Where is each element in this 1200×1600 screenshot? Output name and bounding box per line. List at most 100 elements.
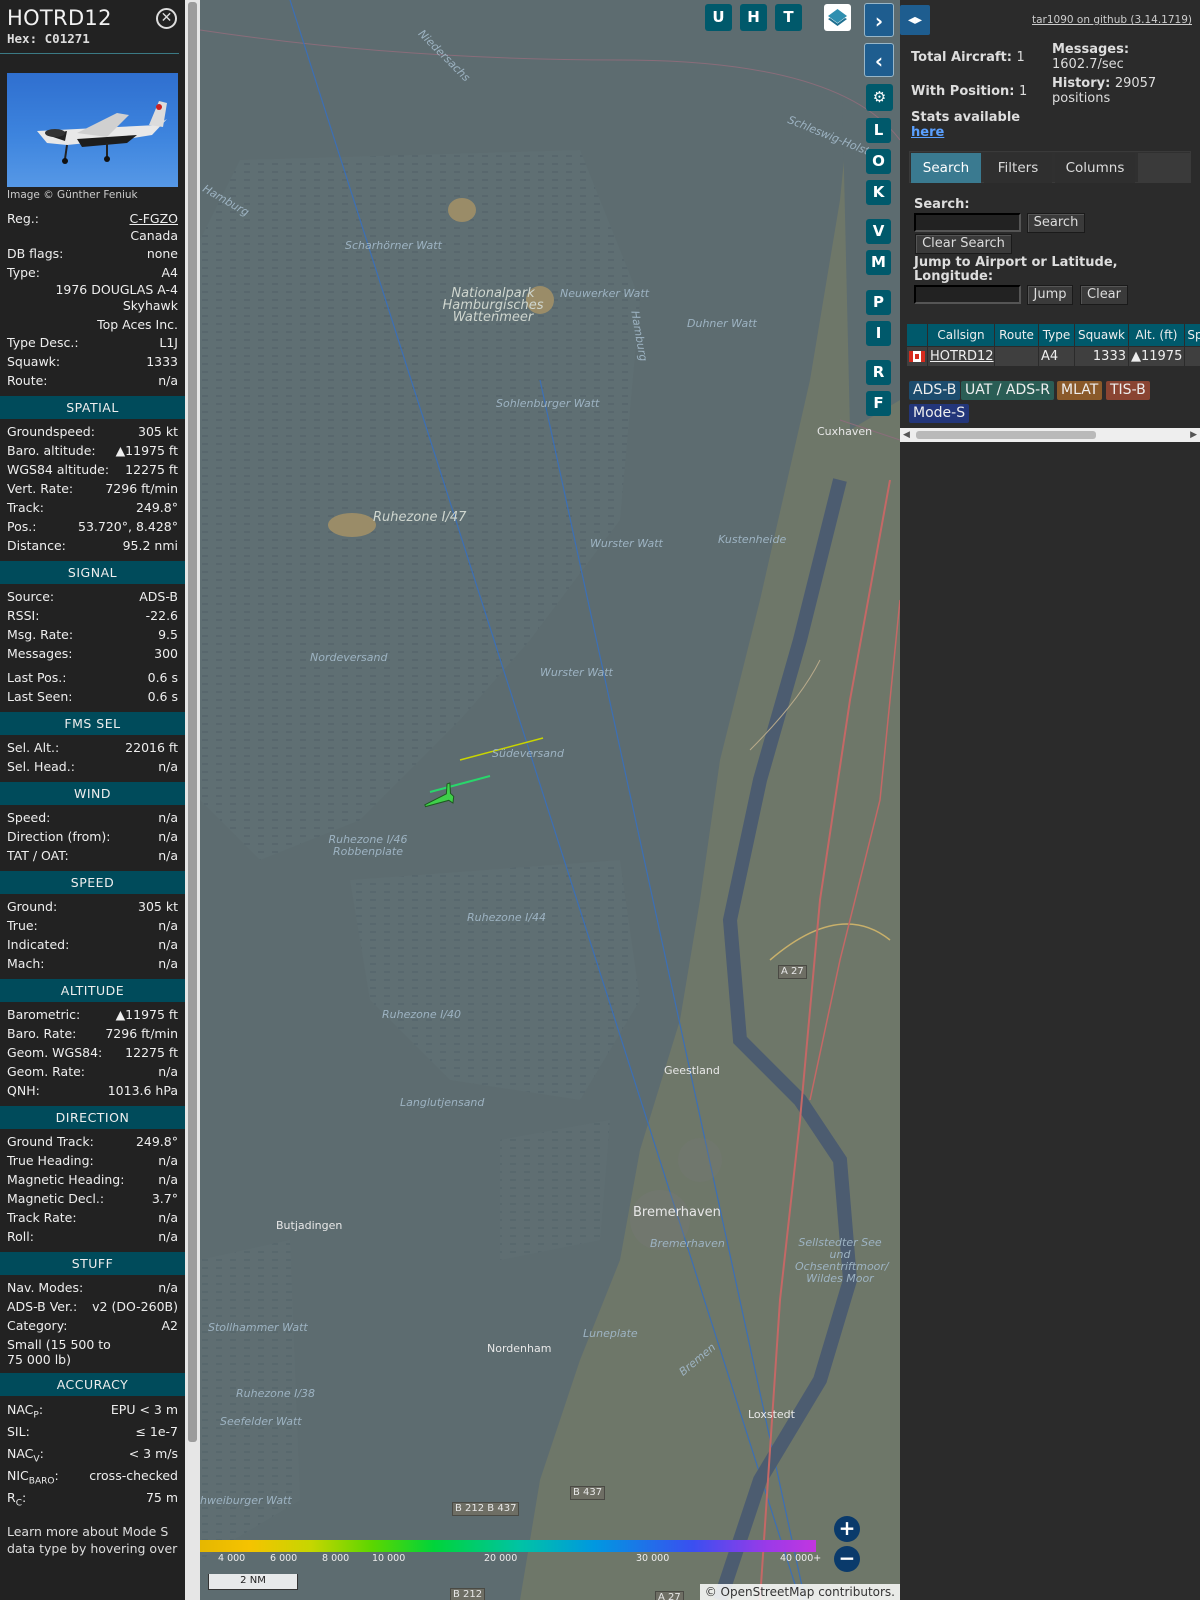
map-label: Bremerhaven [650,1237,725,1250]
tab-search[interactable]: Search [911,153,981,183]
info-row: Baro. altitude: ▲11975 ft [0,441,185,460]
info-row-value: n/a [158,1210,178,1225]
row-callsign[interactable]: HOTRD12 [928,347,994,366]
toolbar-button-t[interactable]: T [775,4,802,31]
section-header-wind: WIND [0,782,185,805]
info-row-label: NACP: [7,1402,44,1421]
github-link[interactable]: tar1090 on github (3.14.1719) [1032,14,1192,26]
toolbar-button-v[interactable]: V [866,219,891,244]
info-row-value: ▲11975 ft [115,1007,178,1022]
info-row-label: Messages: [7,646,73,661]
col-altitude[interactable]: Alt. (ft) [1129,324,1184,346]
section-header-stuff: STUFF [0,1252,185,1275]
clear-button[interactable]: Clear [1080,285,1128,305]
expand-panel-icon[interactable]: › [864,3,894,37]
map-attribution[interactable]: © OpenStreetMap contributors. [699,1584,900,1600]
info-row-value: n/a [158,1280,178,1295]
info-row-value: n/a [158,810,178,825]
col-squawk[interactable]: Squawk [1075,324,1128,346]
tab-extra[interactable] [1138,153,1190,183]
history-stat: History: 29057 positions [1052,76,1157,106]
collapse-panel-icon[interactable]: ‹ [864,43,894,77]
info-row: Groundspeed: 305 kt [0,422,185,441]
close-icon[interactable]: ✕ [156,8,177,29]
info-row: Ground Track: 249.8° [0,1132,185,1151]
registration-link[interactable]: C-FGZO [129,209,178,228]
info-row: Messages: 300 [0,644,185,663]
info-row-value: ADS-B [139,589,178,604]
map-label: Cuxhaven [817,425,873,438]
info-row: WGS84 altitude: 12275 ft [0,460,185,479]
type-desc-row: Type Desc.: L1J [7,335,178,350]
db-flags-row: DB flags: none [7,246,178,261]
toolbar-button-k[interactable]: K [866,180,891,205]
section-header-speed: SPEED [0,871,185,894]
info-row-value: 95.2 nmi [122,538,178,553]
info-row-value: 12275 ft [125,462,178,477]
info-row-value: 53.720°, 8.428° [78,519,178,534]
info-row: Distance: 95.2 nmi [0,536,185,555]
col-callsign[interactable]: Callsign [928,324,994,346]
col-type[interactable]: Type [1039,324,1074,346]
info-row: QNH: 1013.6 hPa [0,1081,185,1100]
map-label: Butjadingen [276,1219,343,1232]
settings-gear-icon[interactable]: ⚙ [866,84,893,111]
row-squawk: 1333 [1075,347,1128,366]
tab-columns[interactable]: Columns [1055,153,1135,183]
info-row-label: Last Seen: [7,689,73,704]
map-label: A 27 [778,965,807,979]
info-row-value: A2 [161,1318,178,1333]
source-pill-mlat: MLAT [1057,381,1103,400]
info-row: Barometric: ▲11975 ft [0,1005,185,1024]
aircraft-info-panel: HOTRD12 Hex: C01271 ✕ Image © Günther Fe… [0,0,185,1600]
toggle-sidebar-icon[interactable]: ◂▸ [900,5,930,35]
jump-input[interactable] [914,285,1021,304]
info-row: True: n/a [0,916,185,935]
col-route[interactable]: Route [995,324,1038,346]
info-scrollbar[interactable] [185,0,200,1600]
toolbar-button-u[interactable]: U [705,4,732,31]
info-row: NACP: EPU < 3 m [0,1399,185,1421]
info-row-value: 7296 ft/min [105,481,178,496]
info-row-label: Baro. altitude: [7,443,96,458]
jump-button[interactable]: Jump [1027,285,1073,305]
info-row: Msg. Rate: 9.5 [0,625,185,644]
info-sections: SPATIAL Groundspeed: 305 kt Baro. altitude:… [0,396,185,1509]
route-row: Route: n/a [7,373,178,388]
info-row-value: 1013.6 hPa [107,1083,178,1098]
toolbar-button-r[interactable]: R [866,360,891,385]
toolbar-button-f[interactable]: F [866,391,891,416]
info-scrollbar-thumb[interactable] [188,2,197,1442]
row-altitude: ▲11975 [1129,347,1184,366]
tab-filters[interactable]: Filters [984,153,1052,183]
map-label: B 437 [570,1486,606,1500]
stats-link[interactable]: here [911,125,944,140]
col-speed[interactable]: Sp [1185,324,1200,346]
search-input[interactable] [914,213,1021,232]
info-row-label: Category: [7,1318,68,1333]
aircraft-photo[interactable] [7,73,178,187]
info-row-value: 249.8° [135,1134,178,1149]
toolbar-button-i[interactable]: I [866,321,891,346]
toolbar-button-p[interactable]: P [866,290,891,315]
table-hscrollbar[interactable]: ◀ ▶ [900,428,1200,442]
col-flag[interactable] [907,324,927,346]
map-label: Luneplate [583,1327,638,1340]
search-button[interactable]: Search [1027,213,1085,233]
toolbar-button-l[interactable]: L [866,118,891,143]
toolbar-button-m[interactable]: M [866,250,891,275]
map-view[interactable]: Niedersachs Schleswig-Holst Scharhörner Wa… [200,0,900,1600]
info-row-value: ▲11975 ft [115,443,178,458]
info-row-label: Msg. Rate: [7,627,74,642]
info-row-label: NICBARO: [7,1468,59,1487]
toolbar-button-h[interactable]: H [740,4,767,31]
clear-search-button[interactable]: Clear Search [915,234,1012,254]
table-hscrollbar-thumb[interactable] [916,431,1096,439]
table-row[interactable]: HOTRD12 A4 1333 ▲11975 [907,347,1200,366]
info-row: Track Rate: n/a [0,1208,185,1227]
zoom-in-button[interactable]: + [834,1516,860,1542]
layers-icon[interactable] [824,4,851,31]
info-row: TAT / OAT: n/a [0,846,185,865]
toolbar-button-o[interactable]: O [866,149,891,174]
operator: Top Aces Inc. [97,317,178,332]
